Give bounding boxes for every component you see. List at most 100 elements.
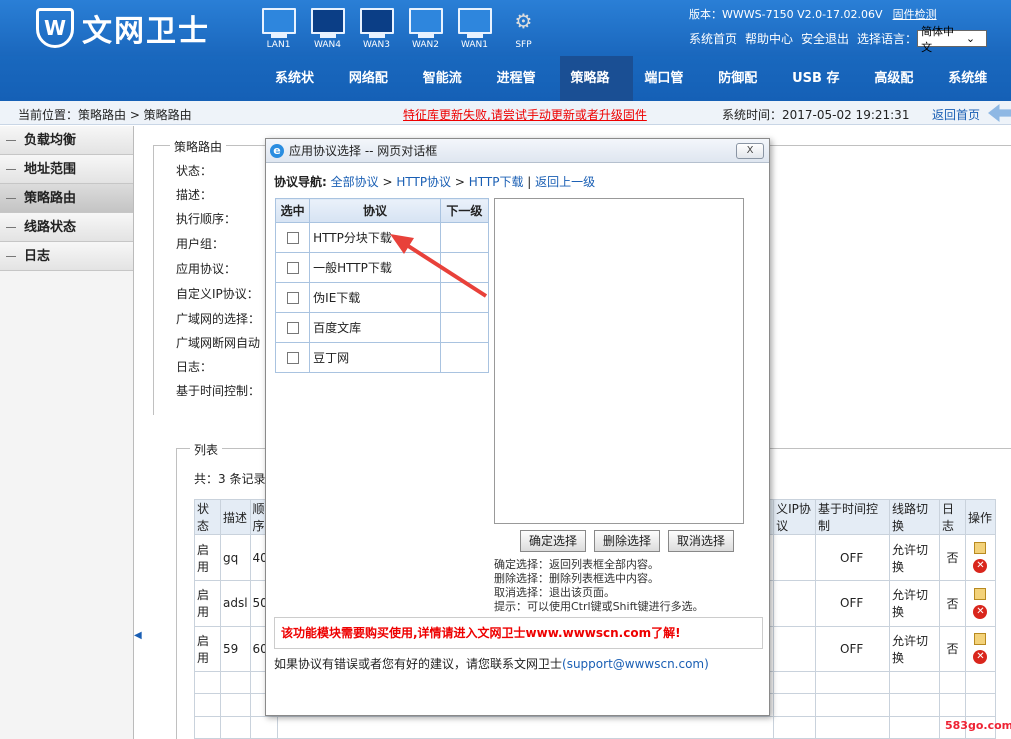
cell-status: 启用 xyxy=(194,625,221,673)
dialog-titlebar[interactable]: e 应用协议选择 -- 网页对话框 X xyxy=(266,139,769,163)
form-label-order: 执行顺序： xyxy=(176,212,237,226)
protocol-select-dialog: e 应用协议选择 -- 网页对话框 X 协议导航: 全部协议 > HTTP协议 … xyxy=(265,138,770,716)
form-label-status: 状态： xyxy=(176,164,213,178)
selected-protocols-listbox[interactable] xyxy=(494,198,744,524)
protocol-checkbox[interactable] xyxy=(286,322,299,334)
sidebar-item-address-range[interactable]: 地址范围 xyxy=(0,155,133,184)
update-warning-link[interactable]: 特征库更新失败,请尝试手动更新或者升级固件 xyxy=(403,106,647,123)
port-label: WAN4 xyxy=(313,40,342,50)
delete-icon[interactable]: ✕ xyxy=(973,604,988,619)
cell-empty xyxy=(773,580,817,627)
help-center-link[interactable]: 帮助中心 xyxy=(745,30,793,47)
dialog-title: 应用协议选择 -- 网页对话框 xyxy=(289,144,438,158)
port-wan2[interactable]: WAN2 xyxy=(401,8,450,50)
nav-policy-routing[interactable]: 策略路由 xyxy=(559,56,634,131)
sidebar-item-log[interactable]: 日志 xyxy=(0,242,133,271)
protocol-checkbox[interactable] xyxy=(286,292,299,304)
port-wan3[interactable]: WAN3 xyxy=(352,8,401,50)
confirm-select-button[interactable]: 确定选择 xyxy=(520,530,587,552)
protocol-row[interactable]: 一般HTTP下载 xyxy=(274,252,490,283)
delete-icon[interactable]: ✕ xyxy=(973,559,988,574)
nav-usb-storage[interactable]: USB 存储 xyxy=(781,56,863,131)
delete-select-button[interactable]: 删除选择 xyxy=(594,530,661,552)
port-lan1[interactable]: LAN1 xyxy=(254,8,303,50)
protocol-row[interactable]: HTTP分块下载 xyxy=(274,222,490,253)
contact-text: 如果协议有错误或者您有好的建议，请您联系文网卫士 xyxy=(274,657,563,671)
port-label: WAN1 xyxy=(460,40,489,50)
col-header-desc: 描述 xyxy=(219,498,251,536)
edit-icon[interactable] xyxy=(974,542,987,555)
edit-icon[interactable] xyxy=(974,587,987,600)
sidebar-collapse-handle[interactable]: ◀ xyxy=(134,630,142,648)
sidebar: 负载均衡 地址范围 策略路由 线路状态 日志 xyxy=(0,126,134,739)
protocol-name: 伪IE下载 xyxy=(309,282,441,313)
cancel-select-button[interactable]: 取消选择 xyxy=(668,530,735,552)
nav-system-status[interactable]: 系统状态 xyxy=(264,56,338,131)
form-label-log: 日志： xyxy=(176,360,213,374)
monitor-icon xyxy=(359,8,394,34)
delete-icon[interactable]: ✕ xyxy=(973,650,988,665)
nav-defense-config[interactable]: 防御配置 xyxy=(707,56,781,131)
nav-port-management[interactable]: 端口管理 xyxy=(633,56,707,131)
logo-shield-icon: W xyxy=(36,8,74,48)
col-header-status: 状态 xyxy=(194,498,221,536)
nav-network-config[interactable]: 网络配置 xyxy=(338,56,412,131)
port-sfp[interactable]: ⚙ SFP xyxy=(499,8,548,50)
cell-line-switch: 允许切换 xyxy=(889,580,940,627)
port-label: SFP xyxy=(515,40,532,50)
next-level-cell xyxy=(439,342,490,373)
contact-info: 如果协议有错误或者您有好的建议，请您联系文网卫士(support@wwwscn.… xyxy=(274,655,709,672)
policy-form-legend: 策略路由 xyxy=(170,138,227,155)
back-arrow-icon[interactable] xyxy=(988,104,1011,122)
cell-log: 否 xyxy=(938,580,966,627)
sidebar-item-load-balance[interactable]: 负载均衡 xyxy=(0,126,133,155)
nav-all-protocols[interactable]: 全部协议 xyxy=(331,175,379,189)
form-label-custom-ip: 自定义IP协议： xyxy=(176,287,259,301)
sidebar-item-policy-routing[interactable]: 策略路由 xyxy=(0,184,133,213)
protocol-row[interactable]: 伪IE下载 xyxy=(274,282,490,313)
sidebar-item-label: 日志 xyxy=(24,249,51,264)
hint-line: 取消选择：退出该页面。 xyxy=(494,586,615,599)
form-label-app-protocol: 应用协议： xyxy=(176,262,237,276)
header: W 文网卫士 LAN1 WAN4 WAN3 WAN2 WAN1 ⚙ SFP 版本：… xyxy=(0,0,1011,131)
port-wan1[interactable]: WAN1 xyxy=(450,8,499,50)
dialog-close-button[interactable]: X xyxy=(736,143,764,159)
dash-icon xyxy=(6,169,16,170)
hint-line: 确定选择：返回列表框全部内容。 xyxy=(494,558,659,571)
language-select[interactable]: 简体中文 ⌄ xyxy=(917,25,988,54)
cell-time-control: OFF xyxy=(815,625,890,673)
protocol-row[interactable]: 百度文库 xyxy=(274,312,490,343)
port-wan4[interactable]: WAN4 xyxy=(303,8,352,50)
protocol-nav: 协议导航: 全部协议 > HTTP协议 > HTTP下载 | 返回上一级 xyxy=(274,175,596,189)
nav-back-link[interactable]: 返回上一级 xyxy=(535,175,595,189)
cell-desc: gq xyxy=(219,534,251,581)
protocol-checkbox[interactable] xyxy=(286,352,299,364)
cell-status: 启用 xyxy=(194,580,221,627)
protocol-checkbox[interactable] xyxy=(286,232,299,244)
watermark: 583go.com xyxy=(945,719,1011,732)
protocol-checkbox[interactable] xyxy=(286,262,299,274)
nav-http-protocol[interactable]: HTTP协议 xyxy=(396,175,451,189)
nav-process-management[interactable]: 进程管理 xyxy=(486,56,560,131)
breadcrumb: 当前位置：策略路由 > 策略路由 xyxy=(18,108,192,122)
cell-actions: ✕ xyxy=(964,580,997,627)
firmware-check-link[interactable]: 固件检测 xyxy=(893,8,937,21)
protocol-name: HTTP分块下载 xyxy=(309,222,441,253)
contact-email[interactable]: (support@wwwscn.com) xyxy=(562,657,709,671)
edit-icon[interactable] xyxy=(974,633,987,646)
return-home-link[interactable]: 返回首页 xyxy=(932,106,980,123)
nav-advanced-config[interactable]: 高级配置 xyxy=(863,56,937,131)
nav-http-download[interactable]: HTTP下载 xyxy=(469,175,524,189)
nav-traffic-control[interactable]: 智能流控 xyxy=(412,56,486,131)
monitor-stand xyxy=(466,34,483,38)
hint-line: 删除选择：删除列表框选中内容。 xyxy=(494,572,659,585)
logout-link[interactable]: 安全退出 xyxy=(801,30,849,47)
dialog-hints: 确定选择：返回列表框全部内容。 删除选择：删除列表框选中内容。 取消选择：退出该… xyxy=(494,558,704,614)
hint-line: 提示：可以使用Ctrl键或Shift键进行多选。 xyxy=(494,600,704,613)
sidebar-item-line-status[interactable]: 线路状态 xyxy=(0,213,133,242)
nav-system-maintenance[interactable]: 系统维护 xyxy=(937,56,1011,131)
monitor-icon xyxy=(261,8,296,34)
protocol-row[interactable]: 豆丁网 xyxy=(274,342,490,373)
system-home-link[interactable]: 系统首页 xyxy=(689,30,737,47)
select-cell xyxy=(274,222,311,253)
